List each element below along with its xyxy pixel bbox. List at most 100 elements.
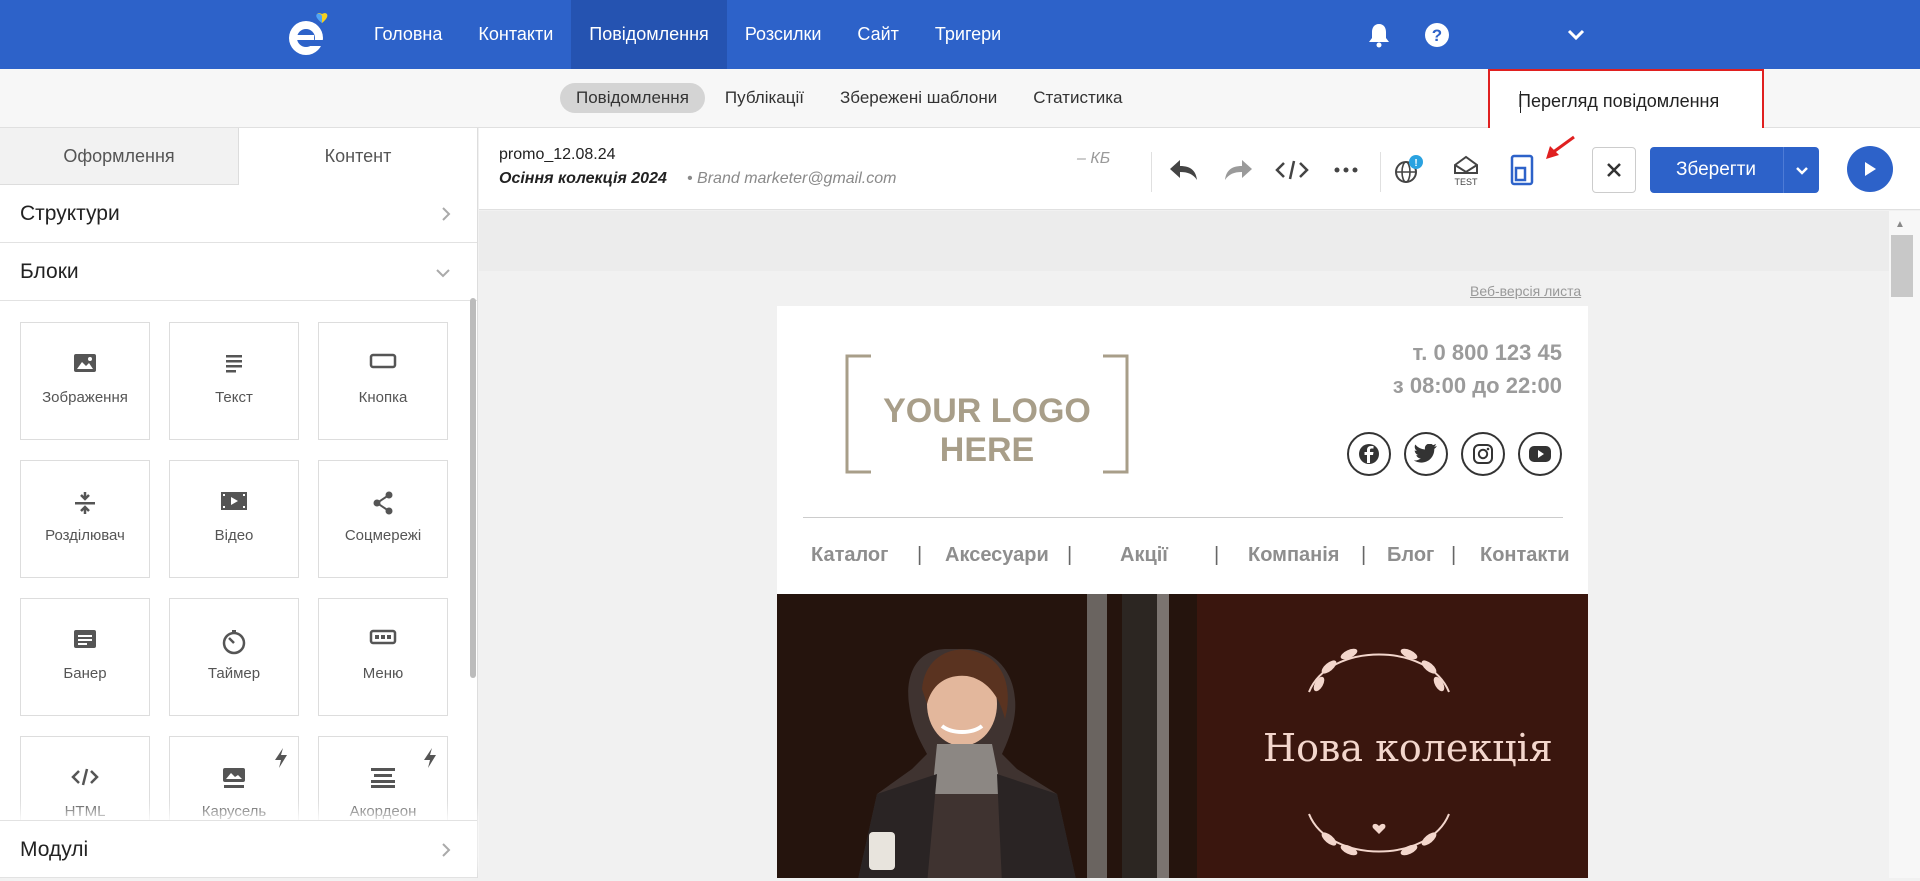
email-menu-item[interactable]: Аксесуари: [945, 544, 1049, 567]
subnav-item-publications[interactable]: Публікації: [709, 83, 820, 113]
block-label: Карусель: [201, 803, 267, 820]
help-icon[interactable]: ?: [1422, 20, 1452, 50]
scroll-up-arrow[interactable]: ▲: [1895, 219, 1905, 230]
block-label: Текст: [215, 389, 253, 406]
main-nav: Головна Контакти Повідомлення Розсилки С…: [356, 0, 1019, 69]
block-menu[interactable]: Меню: [318, 598, 448, 716]
close-button[interactable]: [1592, 147, 1636, 193]
block-label: Розділювач: [45, 527, 125, 544]
wreath-top-icon: [1308, 648, 1450, 693]
code-view-icon[interactable]: [1274, 152, 1310, 188]
panel-tabs: Оформлення Контент: [0, 128, 477, 185]
red-arrow-icon: [1542, 130, 1578, 166]
tab-content[interactable]: Контент: [239, 128, 477, 185]
undo-icon[interactable]: [1166, 152, 1202, 188]
phone-number: т. 0 800 123 45: [1412, 340, 1562, 365]
menu-icon: [319, 629, 447, 655]
toolbar-divider: [1380, 152, 1381, 192]
email-menu-item[interactable]: Контакти: [1480, 544, 1570, 567]
section-blocks-label: Блоки: [20, 260, 79, 283]
block-timer[interactable]: Таймер: [169, 598, 299, 716]
banner-door-frame: [1157, 594, 1169, 878]
facebook-icon[interactable]: [1347, 432, 1391, 476]
email-menu-item[interactable]: Каталог: [811, 544, 888, 567]
code-icon: [21, 767, 149, 793]
subnav-item-messages[interactable]: Повідомлення: [560, 83, 705, 113]
tab-design[interactable]: Оформлення: [0, 128, 239, 185]
panel-scrollbar[interactable]: [470, 298, 476, 678]
timer-icon: [170, 629, 298, 655]
nav-item-campaigns[interactable]: Розсилки: [727, 0, 840, 69]
esputnik-logo[interactable]: [286, 12, 334, 58]
email-menu-item[interactable]: Блог: [1387, 544, 1434, 567]
instagram-icon[interactable]: [1461, 432, 1505, 476]
section-blocks[interactable]: Блоки: [0, 243, 477, 301]
menu-separator: |: [1214, 544, 1220, 566]
contact-info: т. 0 800 123 45 з 08:00 до 22:00: [1393, 336, 1562, 402]
banner-icon: [21, 629, 149, 655]
scroll-thumb[interactable]: [1891, 235, 1913, 297]
canvas-top-strip: [479, 211, 1889, 271]
block-accordion[interactable]: Акордеон: [318, 736, 448, 822]
globe-icon[interactable]: !: [1391, 152, 1427, 188]
block-image[interactable]: Зображення: [20, 322, 150, 440]
block-divider[interactable]: Розділювач: [20, 460, 150, 578]
web-version-link[interactable]: Веб-версія листа: [1470, 283, 1581, 299]
preview-tooltip: Перегляд повідомлення: [1488, 69, 1764, 133]
nav-item-messages[interactable]: Повідомлення: [571, 0, 727, 69]
blocks-grid: Зображення Текст Кнопка Розділювач Відео…: [0, 302, 470, 822]
send-play-button[interactable]: [1847, 146, 1893, 192]
block-label: Акордеон: [349, 803, 417, 820]
section-modules[interactable]: Модулі: [0, 820, 477, 878]
message-subject[interactable]: Осіння колекція 2024: [499, 170, 667, 188]
block-label: Соцмережі: [344, 527, 422, 544]
email-menu: Каталог | Аксесуари | Акції | Компанія |…: [777, 544, 1588, 578]
left-panel: Оформлення Контент Структури Блоки Зобра…: [0, 128, 478, 878]
block-banner[interactable]: Банер: [20, 598, 150, 716]
chevron-down-icon[interactable]: [1561, 20, 1591, 50]
youtube-icon[interactable]: [1518, 432, 1562, 476]
nav-item-contacts[interactable]: Контакти: [460, 0, 571, 69]
test-send-icon[interactable]: TEST: [1448, 152, 1484, 188]
canvas-scrollbar[interactable]: ▲: [1889, 211, 1920, 878]
subnav-item-statistics[interactable]: Статистика: [1017, 83, 1138, 113]
twitter-icon[interactable]: [1404, 432, 1448, 476]
block-button[interactable]: Кнопка: [318, 322, 448, 440]
preview-icon[interactable]: [1504, 152, 1540, 188]
play-icon: [1865, 162, 1876, 176]
logo-placeholder[interactable]: YOUR LOGO HERE: [845, 354, 1129, 474]
block-html[interactable]: HTML: [20, 736, 150, 822]
share-icon: [319, 491, 447, 517]
save-options-dropdown[interactable]: [1783, 147, 1819, 193]
subnav-item-saved-templates[interactable]: Збережені шаблони: [824, 83, 1013, 113]
redo-icon[interactable]: [1220, 152, 1256, 188]
close-icon: [1607, 163, 1621, 177]
carousel-icon: [170, 767, 298, 793]
message-file-name[interactable]: promo_12.08.24: [499, 146, 616, 164]
block-label: HTML: [64, 803, 106, 820]
video-icon: [170, 491, 298, 517]
menu-separator: |: [1361, 544, 1367, 566]
nav-item-site[interactable]: Сайт: [839, 0, 917, 69]
section-structures[interactable]: Структури: [0, 185, 477, 243]
hero-banner[interactable]: Нова колекція: [777, 594, 1588, 878]
block-carousel[interactable]: Карусель: [169, 736, 299, 822]
save-button-label: Зберегти: [1675, 159, 1757, 180]
save-button[interactable]: Зберегти: [1650, 147, 1819, 193]
menu-separator: |: [1067, 544, 1073, 566]
section-structures-label: Структури: [20, 202, 120, 225]
divider-icon: [21, 491, 149, 517]
block-text[interactable]: Текст: [169, 322, 299, 440]
email-menu-item[interactable]: Компанія: [1248, 544, 1339, 567]
text-cursor: [1520, 91, 1521, 113]
more-icon[interactable]: [1328, 152, 1364, 188]
email-menu-item[interactable]: Акції: [1120, 544, 1168, 567]
bell-icon[interactable]: [1364, 20, 1394, 50]
block-video[interactable]: Відео: [169, 460, 299, 578]
nav-item-home[interactable]: Головна: [356, 0, 460, 69]
nav-item-triggers[interactable]: Тригери: [917, 0, 1019, 69]
notification-badge: !: [1414, 158, 1417, 169]
block-label: Кнопка: [358, 389, 408, 406]
message-sender: • Brand marketer@gmail.com: [687, 170, 897, 187]
block-social[interactable]: Соцмережі: [318, 460, 448, 578]
